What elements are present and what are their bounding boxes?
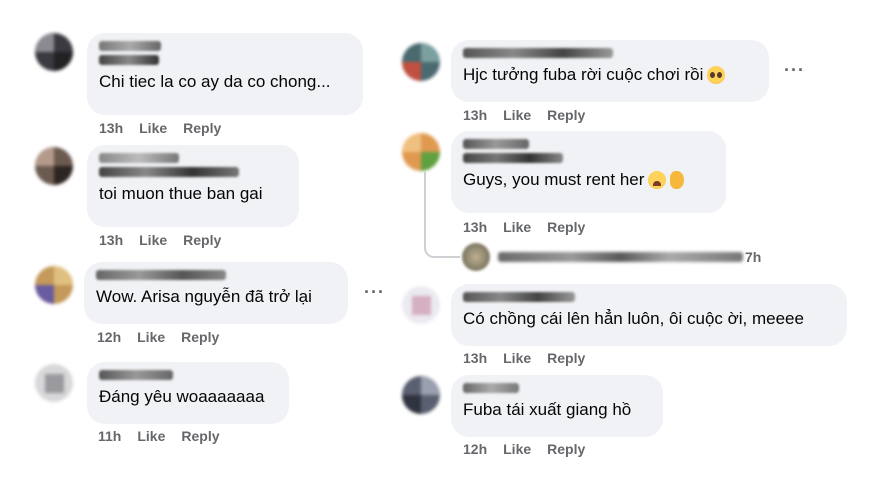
comment-actions: 12h Like Reply xyxy=(97,329,219,345)
more-options-icon[interactable]: ··· xyxy=(784,60,805,81)
comment-time[interactable]: 13h xyxy=(99,232,123,248)
comment-time[interactable]: 13h xyxy=(463,350,487,366)
comment-text: Guys, you must rent her xyxy=(463,169,714,190)
comment-text: toi muon thue ban gai xyxy=(99,184,263,203)
comment-time[interactable]: 13h xyxy=(99,120,123,136)
pleading-face-icon xyxy=(707,65,726,84)
avatar[interactable] xyxy=(35,147,73,185)
author-name-blurred[interactable] xyxy=(99,153,179,163)
comment-bubble: Wow. Arisa nguyễn đã trở lại xyxy=(84,262,348,324)
comment-text: Chi tiec la co ay da co chong... xyxy=(99,72,331,91)
ok-hand-icon xyxy=(670,170,685,189)
comment-time[interactable]: 12h xyxy=(97,329,121,345)
reply-time: 7h xyxy=(745,249,762,265)
author-name-blurred[interactable] xyxy=(99,41,161,51)
like-button[interactable]: Like xyxy=(139,232,167,248)
like-button[interactable]: Like xyxy=(137,428,165,444)
weary-face-icon xyxy=(648,170,667,189)
comment-actions: 13h Like Reply xyxy=(99,232,221,248)
comment-time[interactable]: 12h xyxy=(463,441,487,457)
reply-button[interactable]: Reply xyxy=(547,107,585,123)
author-badge-blurred xyxy=(99,55,159,65)
comment-actions: 13h Like Reply xyxy=(463,107,585,123)
comment-text-content: Guys, you must rent her xyxy=(463,170,645,189)
comment-time[interactable]: 13h xyxy=(463,219,487,235)
avatar[interactable] xyxy=(402,43,440,81)
comment-bubble: Đáng yêu woaaaaaaa xyxy=(87,362,289,424)
author-name-blurred[interactable] xyxy=(463,48,613,58)
comment-bubble: Có chồng cái lên hẳn luôn, ôi cuộc ời, m… xyxy=(451,284,847,346)
comment-actions: 13h Like Reply xyxy=(463,350,585,366)
comment-bubble: Chi tiec la co ay da co chong... xyxy=(87,33,363,115)
avatar[interactable] xyxy=(35,266,73,304)
like-button[interactable]: Like xyxy=(139,120,167,136)
comment-text: Wow. Arisa nguyễn đã trở lại xyxy=(96,287,312,306)
reply-button[interactable]: Reply xyxy=(547,441,585,457)
comment-bubble: toi muon thue ban gai xyxy=(87,145,299,227)
comment-text: Có chồng cái lên hẳn luôn, ôi cuộc ời, m… xyxy=(463,309,804,328)
like-button[interactable]: Like xyxy=(503,350,531,366)
comment-actions: 11h Like Reply xyxy=(98,428,220,444)
like-button[interactable]: Like xyxy=(503,441,531,457)
reply-button[interactable]: Reply xyxy=(181,329,219,345)
comment-time[interactable]: 11h xyxy=(98,428,121,444)
reply-button[interactable]: Reply xyxy=(547,350,585,366)
comment-bubble: Fuba tái xuất giang hồ xyxy=(451,375,663,437)
comment-text: Fuba tái xuất giang hồ xyxy=(463,400,632,419)
reply-preview-blurred xyxy=(498,252,743,262)
like-button[interactable]: Like xyxy=(503,219,531,235)
avatar[interactable] xyxy=(35,33,73,71)
comment-text-content: Hjc tưởng fuba rời cuộc chơi rồi xyxy=(463,65,704,84)
collapsed-reply[interactable]: 7h xyxy=(462,243,761,271)
avatar[interactable] xyxy=(35,364,73,402)
comment-time[interactable]: 13h xyxy=(463,107,487,123)
avatar[interactable] xyxy=(402,286,440,324)
reply-button[interactable]: Reply xyxy=(547,219,585,235)
author-name-blurred[interactable] xyxy=(463,139,529,149)
author-name-blurred[interactable] xyxy=(96,270,226,280)
author-badge-blurred xyxy=(99,167,239,177)
comment-bubble: Hjc tưởng fuba rời cuộc chơi rồi xyxy=(451,40,769,102)
author-name-blurred[interactable] xyxy=(463,383,519,393)
like-button[interactable]: Like xyxy=(503,107,531,123)
comment-actions: 12h Like Reply xyxy=(463,441,585,457)
author-name-blurred[interactable] xyxy=(463,292,575,302)
reply-button[interactable]: Reply xyxy=(181,428,219,444)
author-badge-blurred xyxy=(463,153,563,163)
more-options-icon[interactable]: ··· xyxy=(364,282,385,303)
author-name-blurred[interactable] xyxy=(99,370,173,380)
comment-text: Đáng yêu woaaaaaaa xyxy=(99,387,265,406)
comment-actions: 13h Like Reply xyxy=(463,219,585,235)
comment-actions: 13h Like Reply xyxy=(99,120,221,136)
avatar[interactable] xyxy=(402,376,440,414)
reply-button[interactable]: Reply xyxy=(183,120,221,136)
like-button[interactable]: Like xyxy=(137,329,165,345)
avatar xyxy=(462,243,490,271)
comment-bubble: Guys, you must rent her xyxy=(451,131,726,213)
avatar[interactable] xyxy=(402,133,440,171)
comment-text: Hjc tưởng fuba rời cuộc chơi rồi xyxy=(463,64,757,85)
reply-button[interactable]: Reply xyxy=(183,232,221,248)
